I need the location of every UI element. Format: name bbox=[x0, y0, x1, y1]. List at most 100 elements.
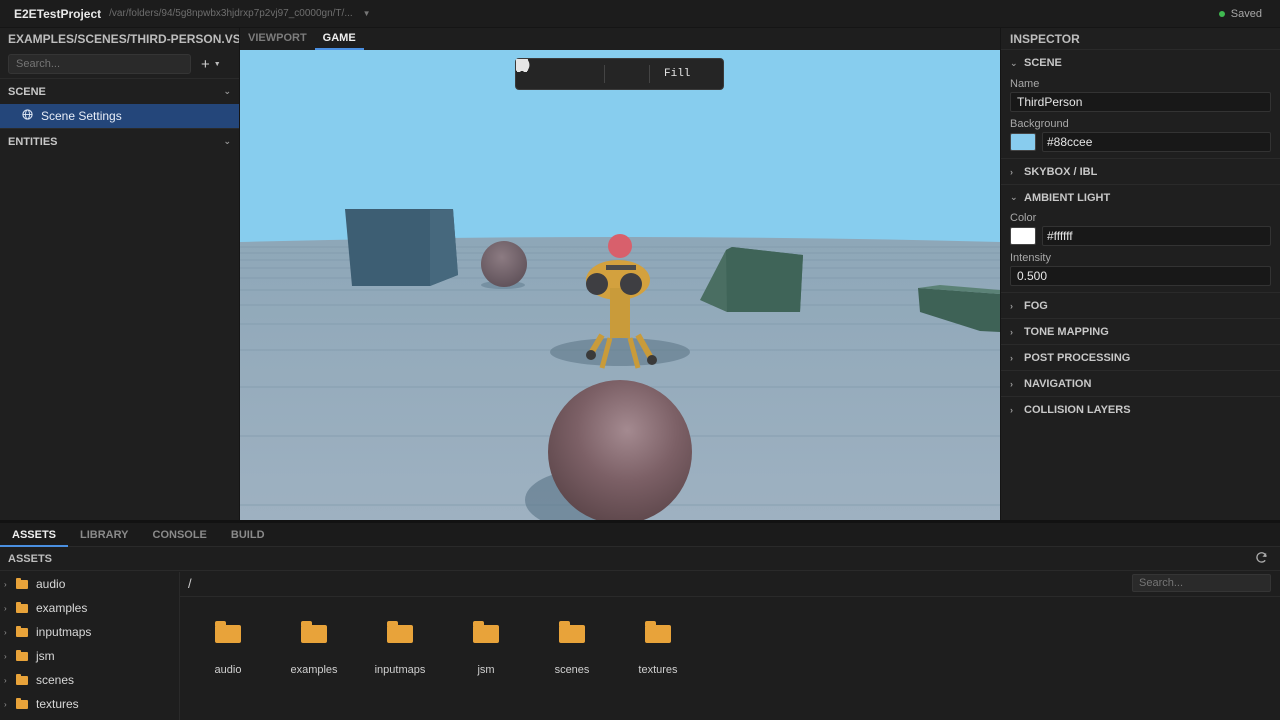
fog-section-header[interactable]: › FOG bbox=[1001, 292, 1280, 318]
inspector-panel: INSPECTOR ⌄ SCENE Name ThirdPerson Backg… bbox=[1000, 28, 1280, 520]
ambient-color-row: #ffffff bbox=[1010, 226, 1271, 246]
chevron-down-icon[interactable]: ▼ bbox=[363, 9, 371, 18]
entities-section-header[interactable]: ENTITIES ⌄ bbox=[0, 128, 239, 154]
scene-section-label: SCENE bbox=[8, 85, 46, 98]
ambient-color-swatch[interactable] bbox=[1010, 227, 1036, 245]
tab-assets[interactable]: ASSETS bbox=[0, 523, 69, 547]
scene-settings-item[interactable]: Scene Settings bbox=[0, 104, 239, 128]
project-path[interactable]: /var/folders/94/5g8npwbx3hjdrxp7p2vj97_c… bbox=[109, 8, 353, 19]
game-viewport[interactable]: Fill bbox=[240, 50, 1000, 520]
scene-hierarchy-panel: EXAMPLES/SCENES/THIRD-PERSON.VSCN + ▼ SC… bbox=[0, 28, 240, 520]
volume-button[interactable] bbox=[516, 59, 649, 89]
asset-folder-jsm[interactable]: jsm bbox=[446, 618, 526, 676]
folder-icon bbox=[16, 577, 28, 589]
bottom-panel-tabs: ASSETS LIBRARY CONSOLE BUILD bbox=[0, 520, 1280, 547]
tone-mapping-section-label: TONE MAPPING bbox=[1024, 325, 1109, 338]
chevron-right-icon[interactable]: › bbox=[4, 652, 16, 661]
folder-icon bbox=[387, 621, 413, 643]
chevron-down-icon: ⌄ bbox=[223, 136, 231, 146]
tab-game[interactable]: GAME bbox=[314, 28, 364, 50]
folder-icon bbox=[645, 621, 671, 643]
tree-folder-label: inputmaps bbox=[36, 625, 92, 639]
collision-layers-section-label: COLLISION LAYERS bbox=[1024, 403, 1131, 416]
asset-folder-tree: › audio › examples › inputmaps › jsm › s… bbox=[0, 572, 180, 720]
tab-console[interactable]: CONSOLE bbox=[141, 523, 219, 547]
tone-mapping-section-header[interactable]: › TONE MAPPING bbox=[1001, 318, 1280, 344]
stop-button[interactable] bbox=[516, 59, 604, 89]
breadcrumb[interactable]: / bbox=[188, 576, 192, 591]
hierarchy-search-input[interactable] bbox=[8, 54, 191, 74]
scene-settings-label: Scene Settings bbox=[41, 109, 122, 123]
skybox-section-header[interactable]: › SKYBOX / IBL bbox=[1001, 158, 1280, 184]
chevron-right-icon[interactable]: › bbox=[4, 700, 16, 709]
tree-folder-label: jsm bbox=[36, 649, 55, 663]
asset-folder-scenes[interactable]: scenes bbox=[532, 618, 612, 676]
asset-breadcrumb-bar: / bbox=[180, 572, 1280, 597]
refresh-icon[interactable] bbox=[1255, 551, 1268, 567]
background-color-input[interactable]: #88ccee bbox=[1042, 132, 1271, 152]
collision-layers-section-header[interactable]: › COLLISION LAYERS bbox=[1001, 396, 1280, 422]
tree-folder-audio[interactable]: › audio bbox=[0, 572, 179, 596]
project-name: E2ETestProject bbox=[14, 6, 102, 21]
navigation-section-header[interactable]: › NAVIGATION bbox=[1001, 370, 1280, 396]
display-fill-button[interactable]: Fill bbox=[516, 59, 691, 80]
skybox-section-label: SKYBOX / IBL bbox=[1024, 165, 1098, 178]
asset-folder-inputmaps[interactable]: inputmaps bbox=[360, 618, 440, 676]
chevron-right-icon: › bbox=[1010, 378, 1013, 389]
chevron-right-icon[interactable]: › bbox=[4, 676, 16, 685]
tree-folder-jsm[interactable]: › jsm bbox=[0, 644, 179, 668]
asset-folder-audio[interactable]: audio bbox=[188, 618, 268, 676]
asset-folder-textures[interactable]: textures bbox=[618, 618, 698, 676]
chevron-down-icon[interactable]: ▼ bbox=[214, 61, 221, 68]
folder-icon bbox=[16, 625, 28, 637]
chevron-down-icon: ⌄ bbox=[1010, 57, 1018, 68]
background-color-row: #88ccee bbox=[1010, 132, 1271, 152]
scene-path-title: EXAMPLES/SCENES/THIRD-PERSON.VSCN bbox=[8, 32, 239, 46]
asset-folder-label: examples bbox=[290, 664, 338, 676]
chevron-right-icon[interactable]: › bbox=[4, 580, 16, 589]
tree-folder-label: textures bbox=[36, 697, 79, 711]
saved-label: Saved bbox=[1230, 8, 1262, 20]
asset-folder-label: jsm bbox=[477, 664, 495, 676]
folder-icon bbox=[16, 697, 28, 709]
asset-folder-label: scenes bbox=[554, 664, 590, 676]
entities-section-label: ENTITIES bbox=[8, 135, 58, 148]
tab-library[interactable]: LIBRARY bbox=[68, 523, 140, 547]
asset-search-input[interactable] bbox=[1132, 574, 1271, 592]
asset-folder-label: audio bbox=[214, 664, 242, 676]
folder-icon bbox=[473, 621, 499, 643]
tab-build[interactable]: BUILD bbox=[219, 523, 277, 547]
fill-label: Fill bbox=[664, 68, 691, 80]
tree-folder-examples[interactable]: › examples bbox=[0, 596, 179, 620]
asset-folder-label: inputmaps bbox=[374, 664, 426, 676]
background-label: Background bbox=[1010, 118, 1069, 130]
tree-folder-textures[interactable]: › textures bbox=[0, 692, 179, 716]
chevron-down-icon: ⌄ bbox=[223, 86, 231, 96]
scene-section-header[interactable]: ⌄ SCENE bbox=[1001, 50, 1280, 76]
asset-folder-examples[interactable]: examples bbox=[274, 618, 354, 676]
tree-folder-scenes[interactable]: › scenes bbox=[0, 668, 179, 692]
scene-section-label: SCENE bbox=[1024, 57, 1062, 69]
add-entity-button[interactable]: + bbox=[201, 56, 210, 73]
tab-viewport[interactable]: VIEWPORT bbox=[240, 28, 315, 50]
tree-folder-label: audio bbox=[36, 577, 66, 591]
scene-section-header[interactable]: SCENE ⌄ bbox=[0, 78, 239, 104]
asset-grid: audio examples inputmaps jsm scenes text… bbox=[180, 598, 1280, 720]
post-processing-section-header[interactable]: › POST PROCESSING bbox=[1001, 344, 1280, 370]
ambient-light-section-header[interactable]: ⌄ AMBIENT LIGHT bbox=[1001, 184, 1280, 210]
tree-folder-inputmaps[interactable]: › inputmaps bbox=[0, 620, 179, 644]
name-label: Name bbox=[1010, 78, 1040, 90]
background-color-swatch[interactable] bbox=[1010, 133, 1036, 151]
folder-icon bbox=[16, 601, 28, 613]
folder-icon bbox=[301, 621, 327, 643]
chevron-right-icon: › bbox=[1010, 166, 1013, 177]
chevron-right-icon[interactable]: › bbox=[4, 628, 16, 637]
scene-name-input[interactable]: ThirdPerson bbox=[1010, 92, 1271, 112]
title-bar: E2ETestProject /var/folders/94/5g8npwbx3… bbox=[0, 0, 1280, 28]
game-scene-render bbox=[240, 209, 1000, 520]
assets-header-label: ASSETS bbox=[8, 552, 53, 565]
chevron-right-icon[interactable]: › bbox=[4, 604, 16, 613]
chevron-right-icon: › bbox=[1010, 404, 1013, 415]
ambient-color-input[interactable]: #ffffff bbox=[1042, 226, 1271, 246]
intensity-input[interactable]: 0.500 bbox=[1010, 266, 1271, 286]
